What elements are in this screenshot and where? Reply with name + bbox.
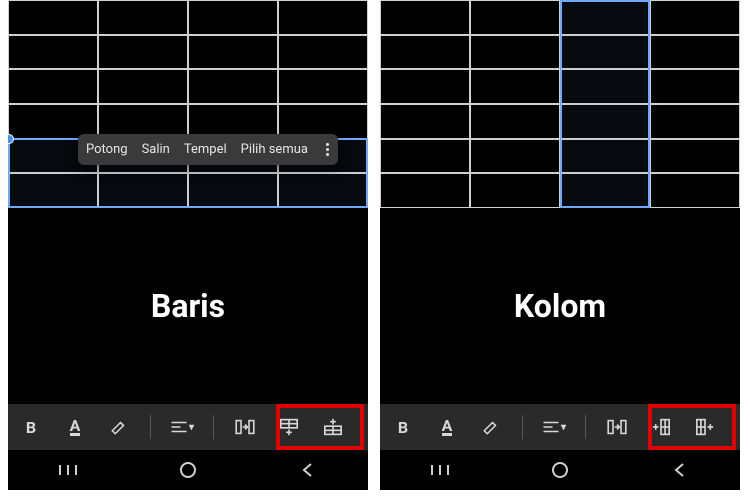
nav-home-icon[interactable] xyxy=(168,458,208,482)
menu-paste[interactable]: Tempel xyxy=(184,142,227,157)
nav-back-icon[interactable] xyxy=(660,458,700,482)
bold-button[interactable]: B xyxy=(18,414,44,440)
spreadsheet-area[interactable] xyxy=(380,0,740,208)
bold-button[interactable]: B xyxy=(390,414,416,440)
chevron-down-icon: ▾ xyxy=(561,422,566,433)
android-navbar xyxy=(380,450,740,490)
merge-cells-icon[interactable] xyxy=(604,414,630,440)
selection-handle-icon[interactable] xyxy=(8,134,14,144)
nav-home-icon[interactable] xyxy=(540,458,580,482)
context-menu: Potong Salin Tempel Pilih semua xyxy=(78,134,338,165)
phone-column-demo: Kolom B A ▾ xyxy=(380,0,740,490)
separator xyxy=(213,415,214,439)
highlighter-icon[interactable] xyxy=(106,414,132,440)
insert-row-above-icon[interactable] xyxy=(320,414,346,440)
insert-row-below-icon[interactable] xyxy=(276,414,302,440)
caption-row: Baris xyxy=(151,287,225,325)
align-button[interactable]: ▾ xyxy=(169,414,195,440)
chevron-down-icon: ▾ xyxy=(189,422,194,433)
menu-more-icon[interactable] xyxy=(322,143,330,156)
separator xyxy=(585,415,586,439)
column-selection[interactable] xyxy=(560,0,650,208)
insert-column-left-icon[interactable] xyxy=(648,414,674,440)
merge-cells-icon[interactable] xyxy=(232,414,258,440)
highlighter-icon[interactable] xyxy=(478,414,504,440)
caption-column: Kolom xyxy=(514,287,606,325)
phone-row-demo: Potong Salin Tempel Pilih semua Baris B … xyxy=(8,0,368,490)
spreadsheet-area[interactable]: Potong Salin Tempel Pilih semua xyxy=(8,0,368,208)
menu-copy[interactable]: Salin xyxy=(142,142,170,157)
android-navbar xyxy=(8,450,368,490)
align-button[interactable]: ▾ xyxy=(541,414,567,440)
label-area: Baris xyxy=(8,208,368,404)
menu-select-all[interactable]: Pilih semua xyxy=(241,142,308,157)
text-color-button[interactable]: A xyxy=(62,414,88,440)
nav-recents-icon[interactable] xyxy=(48,458,88,482)
separator xyxy=(522,415,523,439)
text-color-button[interactable]: A xyxy=(434,414,460,440)
format-toolbar: B A ▾ xyxy=(8,404,368,450)
separator xyxy=(150,415,151,439)
insert-column-right-icon[interactable] xyxy=(692,414,718,440)
label-area: Kolom xyxy=(380,208,740,404)
nav-recents-icon[interactable] xyxy=(420,458,460,482)
menu-cut[interactable]: Potong xyxy=(86,142,128,157)
nav-back-icon[interactable] xyxy=(288,458,328,482)
format-toolbar: B A ▾ xyxy=(380,404,740,450)
